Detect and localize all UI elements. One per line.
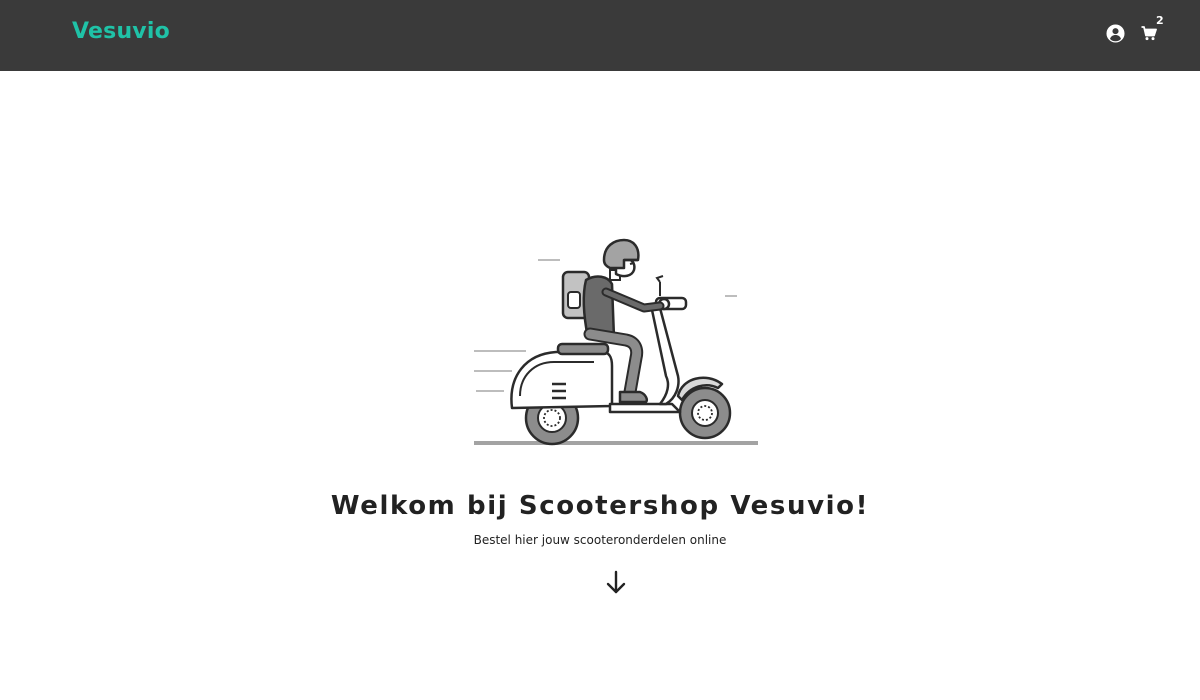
brand-logo-link[interactable]: Vesuvio	[72, 19, 170, 44]
user-circle-icon	[1105, 23, 1125, 43]
hero-section: Welkom bij Scootershop Vesuvio! Bestel h…	[0, 71, 1200, 700]
navbar: Vesuvio 2	[0, 0, 1200, 71]
arrow-down-icon	[606, 570, 626, 594]
cart-button[interactable]: 2	[1138, 14, 1164, 44]
shopping-cart-icon	[1141, 25, 1157, 40]
welcome-subtitle: Bestel hier jouw scooteronderdelen onlin…	[473, 533, 727, 547]
scroll-down-button[interactable]	[604, 569, 628, 597]
scooter-rider-illustration	[474, 238, 758, 446]
nav-icons: 2	[1104, 14, 1164, 44]
cart-count-badge: 2	[1156, 14, 1164, 27]
account-button[interactable]	[1104, 22, 1126, 44]
welcome-heading: Welkom bij Scootershop Vesuvio!	[330, 491, 870, 521]
